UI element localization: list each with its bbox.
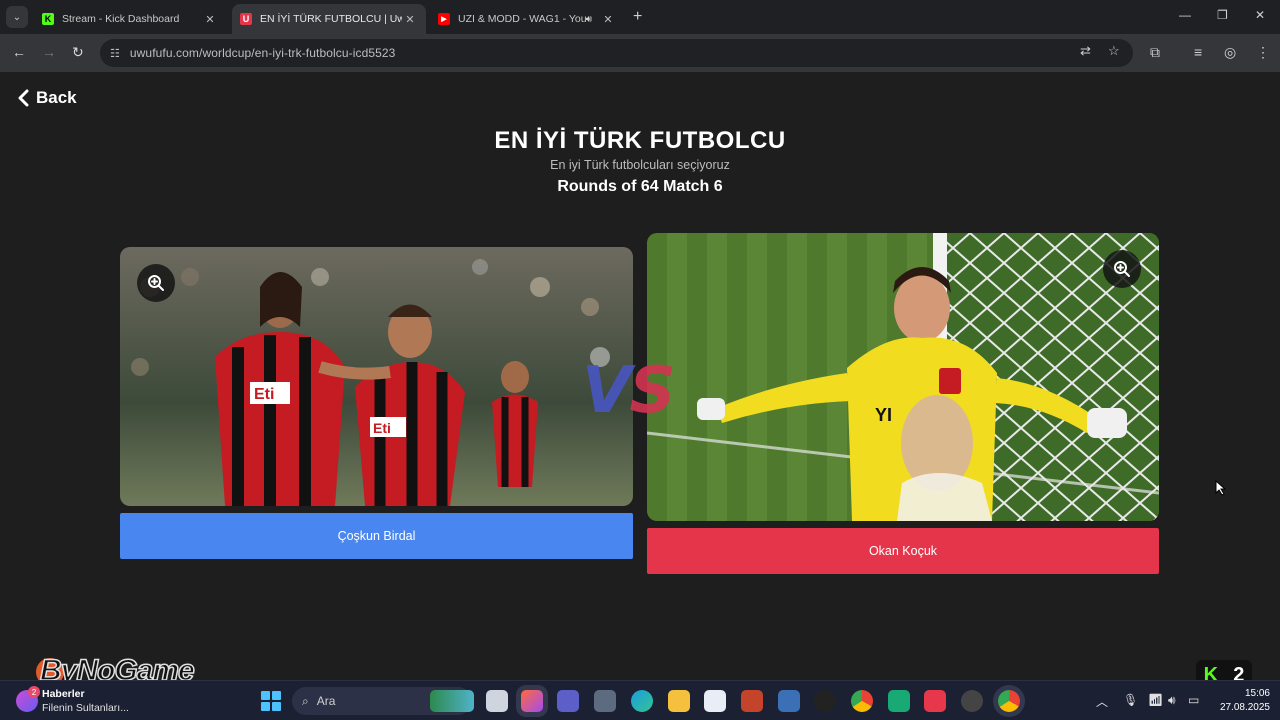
teams-icon[interactable] (557, 690, 579, 712)
worldcup-page: Back EN İYİ TÜRK FUTBOLCU En iyi Türk fu… (0, 72, 1280, 690)
chrome-active-icon[interactable] (998, 690, 1020, 712)
battery-icon[interactable]: ▭ (1188, 693, 1199, 707)
uwufufu-icon: U (240, 13, 252, 25)
minimize-icon[interactable]: — (1179, 8, 1191, 22)
media-app-icon[interactable] (924, 690, 946, 712)
browser-tab-bar: ⌄ K Stream - Kick Dashboard ✕ U EN İYİ T… (0, 0, 1280, 34)
bookmark-star-icon[interactable]: ☆ (1108, 43, 1120, 59)
media-control-icon[interactable]: ≡ (1194, 44, 1202, 60)
tab-search-chevron-icon[interactable]: ⌄ (6, 6, 28, 28)
tab-title: UZI & MODD - WAG1 - You (458, 13, 586, 25)
back-arrow-icon[interactable]: ← (12, 44, 26, 60)
close-icon[interactable]: ✕ (600, 13, 616, 26)
clock-time: 15:06 (1244, 688, 1270, 699)
right-player-photo: YI (647, 233, 1159, 521)
store-icon[interactable] (704, 690, 726, 712)
settings-gear-icon[interactable] (594, 690, 616, 712)
choose-left-button[interactable]: Çoşkun Birdal (120, 513, 633, 559)
address-bar[interactable]: ☷ uwufufu.com/worldcup/en-iyi-trk-futbol… (100, 39, 1133, 67)
tab-title: EN İYİ TÜRK FUTBOLCU | UwUF (260, 13, 402, 25)
kick-icon: K (42, 13, 54, 25)
task-view-icon[interactable] (486, 690, 508, 712)
winrar-icon[interactable] (741, 690, 763, 712)
forward-arrow-icon[interactable]: → (42, 44, 56, 60)
back-label: Back (36, 88, 77, 107)
zoom-in-icon[interactable] (1103, 250, 1141, 288)
tray-chevron-up-icon[interactable]: ︿ (1096, 693, 1108, 710)
tab-uwufufu[interactable]: U EN İYİ TÜRK FUTBOLCU | UwUF ✕ (232, 4, 426, 34)
search-icon: ⌕ (302, 693, 309, 708)
page-title: EN İYİ TÜRK FUTBOLCU (494, 127, 786, 154)
left-player-photo: Eti Eti (120, 247, 633, 506)
extensions-icon[interactable]: ⧉ (1150, 44, 1160, 61)
search-placeholder: Ara (316, 694, 336, 708)
tab-kick-dashboard[interactable]: K Stream - Kick Dashboard ✕ (34, 4, 226, 34)
url-text: uwufufu.com/worldcup/en-iyi-trk-futbolcu… (129, 46, 396, 60)
tab-title: Stream - Kick Dashboard (62, 13, 180, 25)
chrome-icon[interactable] (851, 690, 873, 712)
tab-youtube[interactable]: ▶ UZI & MODD - WAG1 - You 🔊︎ ✕ (430, 4, 624, 34)
clock-date: 27.08.2025 (1219, 702, 1270, 713)
browser-toolbar: ← → ↻ ☷ uwufufu.com/worldcup/en-iyi-trk-… (0, 34, 1280, 72)
obs-icon[interactable] (961, 690, 983, 712)
youtube-icon: ▶ (438, 13, 450, 25)
svg-text:Eti: Eti (254, 386, 274, 403)
choose-right-button[interactable]: Okan Koçuk (647, 528, 1159, 574)
left-candidate-image[interactable]: Eti Eti (120, 247, 633, 506)
search-highlight-icon[interactable] (430, 690, 474, 712)
translate-icon[interactable]: ⇄ (1080, 43, 1091, 59)
microphone-icon[interactable]: 🎙︎ (1123, 693, 1138, 707)
reload-icon[interactable]: ↻ (72, 44, 84, 61)
chevron-left-icon (18, 89, 29, 107)
site-info-icon[interactable]: ☷ (110, 47, 120, 60)
round-info: Rounds of 64 Match 6 (557, 178, 723, 195)
file-explorer-icon[interactable] (668, 690, 690, 712)
windows-taskbar: 2 Haberler Filenin Sultanları... ⌕ Ara ︿… (0, 680, 1280, 720)
notification-badge: 2 (28, 686, 40, 698)
epic-app-icon[interactable] (814, 690, 836, 712)
mouse-cursor-icon (1215, 480, 1227, 496)
more-menu-icon[interactable]: ⋮ (1256, 44, 1270, 61)
back-button[interactable]: Back (16, 88, 77, 108)
close-icon[interactable]: ✕ (202, 13, 218, 26)
copilot-icon[interactable] (521, 690, 543, 712)
speaker-icon[interactable]: 🔊︎ (586, 14, 592, 25)
window-close-icon[interactable]: ✕ (1255, 8, 1265, 22)
news-widget-subtitle[interactable]: Filenin Sultanları... (42, 702, 129, 714)
svg-text:YI: YI (875, 405, 892, 425)
vpn-app-icon[interactable] (888, 690, 910, 712)
calendar-app-icon[interactable] (778, 690, 800, 712)
wifi-icon[interactable]: 📶︎ (1148, 693, 1163, 707)
maximize-icon[interactable]: ❐ (1217, 8, 1228, 22)
svg-text:Eti: Eti (373, 420, 391, 436)
zoom-in-icon[interactable] (137, 264, 175, 302)
right-candidate-image[interactable]: YI (647, 233, 1159, 521)
news-widget-title[interactable]: Haberler (42, 688, 85, 700)
new-tab-icon[interactable]: + (633, 8, 642, 26)
edge-icon[interactable] (631, 690, 653, 712)
vs-label: VS (582, 354, 676, 428)
page-subtitle: En iyi Türk futbolcuları seçiyoruz (550, 158, 730, 172)
taskbar-clock[interactable]: 15:06 27.08.2025 (1212, 687, 1270, 715)
windows-start-icon[interactable] (261, 691, 281, 711)
close-icon[interactable]: ✕ (402, 13, 418, 26)
profile-icon[interactable]: ◎ (1224, 44, 1236, 61)
volume-icon[interactable]: 🔊︎ (1168, 693, 1176, 708)
